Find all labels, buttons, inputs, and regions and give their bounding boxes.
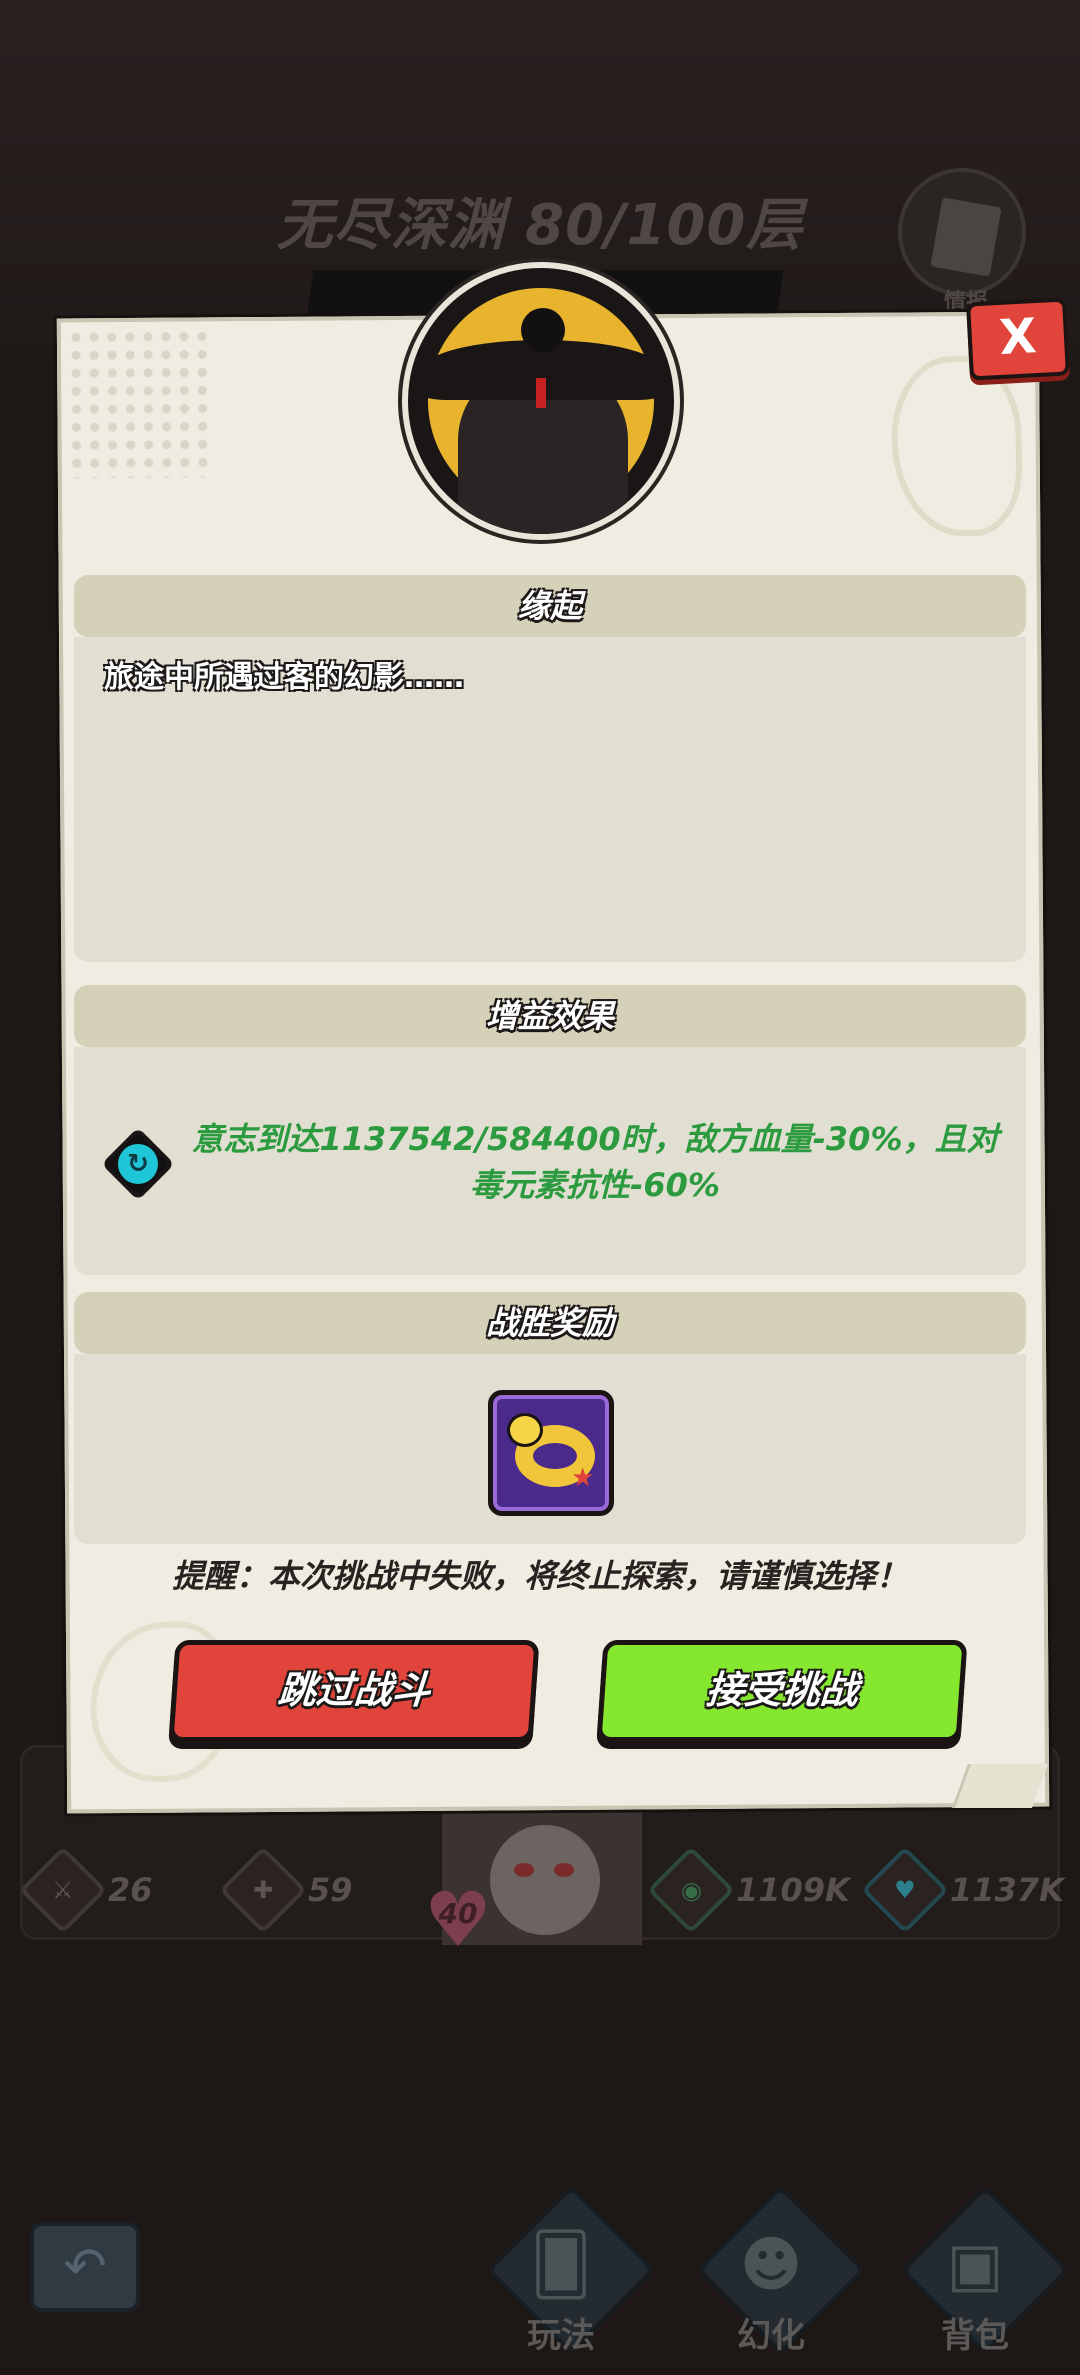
- duck-head-icon: [507, 1413, 543, 1447]
- close-icon: X: [997, 308, 1038, 366]
- star-icon: ★: [571, 1463, 595, 1493]
- section-header-origin: 缘起: [74, 575, 1026, 637]
- section-header-buff: 增益效果: [74, 985, 1026, 1047]
- buff-line-2: 毒元素抗性-60%: [470, 1166, 720, 1204]
- nav-gameplay[interactable]: 🂠 玩法: [476, 2185, 656, 2360]
- boss-eye: [536, 378, 546, 408]
- hero-face: [490, 1825, 600, 1935]
- origin-text: 旅途中所遇过客的幻影……: [104, 660, 464, 695]
- nav-label: 背包: [941, 2316, 1009, 2356]
- attack-icon: ⚔: [19, 1846, 107, 1934]
- stat-eye: ◉ 1109K: [647, 1846, 850, 1934]
- nav-backpack[interactable]: ▣ 背包: [890, 2185, 1070, 2360]
- will-icon: ↻: [118, 1144, 158, 1184]
- heart-value: 40: [438, 1897, 478, 1930]
- warning-text: 提醒：本次挑战中失败，将终止探索，请谨慎选择！: [171, 1557, 908, 1595]
- attack-plus-icon: ✚: [219, 1846, 307, 1934]
- dot-pattern-decoration: [66, 327, 208, 479]
- buff-line-1: 意志到达1137542/584400时，敌方血量-30%，且对: [191, 1120, 999, 1158]
- stat-value: 1137K: [950, 1871, 1064, 1909]
- transform-icon: ☻: [739, 2230, 803, 2300]
- close-button[interactable]: X: [966, 297, 1070, 381]
- boss-head: [521, 308, 565, 352]
- stat-attack: ⚔ 26: [19, 1846, 153, 1934]
- back-button[interactable]: ↶: [30, 2222, 140, 2312]
- hero-eye: [554, 1863, 574, 1877]
- stat-value: 59: [308, 1871, 353, 1909]
- stat-will: ♥ 1137K: [861, 1846, 1064, 1934]
- page-curl-decoration: [951, 1764, 1049, 1808]
- cards-icon: 🂠: [530, 2230, 592, 2300]
- nav-label: 玩法: [527, 2316, 595, 2356]
- will-icon: ♥: [861, 1846, 949, 1934]
- stat-value: 26: [108, 1871, 153, 1909]
- skip-battle-button[interactable]: 跳过战斗: [168, 1640, 540, 1742]
- will-buff-icon: ↻: [101, 1127, 175, 1201]
- nav-transform[interactable]: ☻ 幻化: [686, 2185, 866, 2360]
- backpack-icon: ▣: [946, 2230, 1004, 2300]
- reward-item[interactable]: ★: [488, 1390, 614, 1516]
- journal-button[interactable]: 情报: [898, 168, 1026, 315]
- section-header-reward: 战胜奖励: [74, 1292, 1026, 1354]
- dragon-sketch-decoration: [891, 355, 1023, 537]
- back-arrow-icon: ↶: [63, 2237, 107, 2297]
- boss-portrait: [402, 262, 680, 540]
- stat-value: 1109K: [736, 1871, 850, 1909]
- hero-eye: [514, 1863, 534, 1877]
- accept-challenge-button[interactable]: 接受挑战: [596, 1640, 968, 1742]
- journal-icon: [930, 197, 1002, 277]
- nav-label: 幻化: [737, 2316, 805, 2356]
- eye-icon: ◉: [647, 1846, 735, 1934]
- buff-description: 意志到达1137542/584400时，敌方血量-30%，且对 毒元素抗性-60…: [180, 1116, 1010, 1208]
- stat-attack-plus: ✚ 59: [219, 1846, 353, 1934]
